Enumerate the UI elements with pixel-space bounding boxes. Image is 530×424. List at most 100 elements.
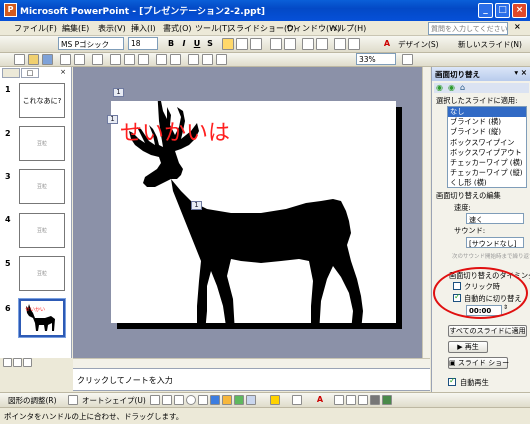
tab-outline[interactable] [2,68,20,78]
effect-item[interactable]: ボックスワイプイン [448,138,526,148]
fill-color-icon[interactable] [270,395,280,405]
menu-file[interactable]: ファイル(F) [14,23,57,34]
effect-item[interactable]: ブラインド (横) [448,117,526,127]
3d-style-icon[interactable] [382,395,392,405]
forward-icon[interactable]: ◉ [448,83,455,92]
cut-icon[interactable] [110,54,121,65]
normal-view-icon[interactable] [3,358,12,367]
menu-view[interactable]: 表示(V) [98,23,126,34]
notes-placeholder[interactable]: クリックしてノートを入力 [77,375,173,386]
copy-icon[interactable] [124,54,135,65]
font-name-select[interactable]: MS Pゴシック [58,37,124,50]
print-icon[interactable] [60,54,71,65]
align-left-icon[interactable] [222,38,234,50]
rectangle-icon[interactable] [174,395,184,405]
effect-item[interactable]: ボックスワイプアウト [448,148,526,158]
menu-insert[interactable]: 挿入(I) [131,23,156,34]
close-button[interactable]: × [512,3,527,18]
numbering-icon[interactable] [270,38,282,50]
undo-icon[interactable] [156,54,167,65]
diagram-icon[interactable] [222,395,232,405]
line-color-icon[interactable] [292,395,302,405]
save-icon[interactable] [42,54,53,65]
dash-style-icon[interactable] [346,395,356,405]
maximize-button[interactable]: □ [495,3,510,18]
effect-item[interactable]: ブラインド (縦) [448,127,526,137]
outdent-icon[interactable] [348,38,360,50]
design-button[interactable]: デザイン(S) [398,39,439,50]
spelling-icon[interactable] [92,54,103,65]
play-button[interactable]: ▶ 再生 [448,341,488,353]
font-size-select[interactable]: 18 [128,37,158,50]
home-icon[interactable]: ⌂ [460,83,465,92]
underline-button[interactable]: U [191,38,203,50]
new-file-icon[interactable] [14,54,25,65]
clipart-icon[interactable] [216,54,227,65]
increase-font-icon[interactable] [302,38,314,50]
help-search-input[interactable]: 質問を入力してください [428,22,508,35]
slideshow-button[interactable]: ▣ スライド ショー [448,357,509,369]
effect-item[interactable]: チェッカーワイプ (横) [448,158,526,168]
vertical-scrollbar[interactable] [422,67,430,368]
slide-thumbnail-5[interactable]: 豆粒 [19,256,65,291]
effect-item[interactable]: くし形 (横) [448,178,526,187]
menu-format[interactable]: 書式(O) [163,23,192,34]
close-pane-icon[interactable]: × [58,68,68,78]
slide-thumbnail-2[interactable]: 豆粒 [19,126,65,161]
new-slide-button[interactable]: 新しいスライド(N) [458,39,522,50]
italic-button[interactable]: I [178,38,190,50]
back-icon[interactable]: ◉ [436,83,443,92]
animation-marker[interactable]: 1 [113,88,124,97]
menu-help[interactable]: ヘルプ(H) [330,23,366,34]
help-icon[interactable] [402,54,413,65]
slide-editing-area[interactable]: 1 せいかいは 1 1 [73,67,430,368]
slide-text[interactable]: せいかいは [120,115,230,147]
draw-menu-button[interactable]: 図形の調整(R) [8,395,57,406]
paste-icon[interactable] [138,54,149,65]
decrease-font-icon[interactable] [316,38,328,50]
indent-icon[interactable] [334,38,346,50]
zoom-select[interactable]: 33% [356,53,396,65]
slide-thumbnail-4[interactable]: 豆粒 [19,213,65,248]
apply-all-button[interactable]: すべてのスライドに適用 [448,325,527,337]
bullets-icon[interactable] [284,38,296,50]
align-center-icon[interactable] [236,38,248,50]
tab-slides[interactable]: □ [21,68,39,78]
wordart-icon[interactable] [210,395,220,405]
close-task-pane-icon[interactable]: ▾ × [514,68,527,77]
sorter-view-icon[interactable] [13,358,22,367]
close-document-icon[interactable]: × [514,22,521,31]
slide-thumbnail-3[interactable]: 豆粒 [19,169,65,204]
open-icon[interactable] [28,54,39,65]
shadow-style-icon[interactable] [370,395,380,405]
print-preview-icon[interactable] [74,54,85,65]
textbox-icon[interactable] [198,395,208,405]
select-objects-icon[interactable] [68,395,78,405]
animation-marker[interactable]: 1 [107,115,118,124]
oval-icon[interactable] [186,395,196,405]
insert-picture-icon[interactable] [246,395,256,405]
align-right-icon[interactable] [250,38,262,50]
chart-icon[interactable] [188,54,199,65]
line-icon[interactable] [150,395,160,405]
minimize-button[interactable]: _ [478,3,493,18]
draw-font-color-icon[interactable]: A [314,394,326,406]
menu-tools[interactable]: ツール(T) [195,23,230,34]
autoshapes-button[interactable]: オートシェイプ(U) [82,395,146,406]
font-color-icon[interactable]: A [381,38,393,50]
horizontal-scrollbar[interactable] [73,358,430,368]
redo-icon[interactable] [170,54,181,65]
insert-clipart-icon[interactable] [234,395,244,405]
speed-select[interactable]: 速く [466,213,524,224]
slideshow-view-icon[interactable] [23,358,32,367]
line-style-icon[interactable] [334,395,344,405]
bold-button[interactable]: B [165,38,177,50]
slide-thumbnail-1[interactable]: これなあに? [19,83,65,118]
table-icon[interactable] [202,54,213,65]
powerpoint-icon[interactable]: P [4,3,17,17]
shadow-button[interactable]: S [204,38,216,50]
menu-edit[interactable]: 編集(E) [62,23,89,34]
arrow-icon[interactable] [162,395,172,405]
notes-pane[interactable]: クリックしてノートを入力 [73,368,430,391]
loop-checkbox-label[interactable]: 次のサウンド開始時まで繰り返す [452,252,530,260]
